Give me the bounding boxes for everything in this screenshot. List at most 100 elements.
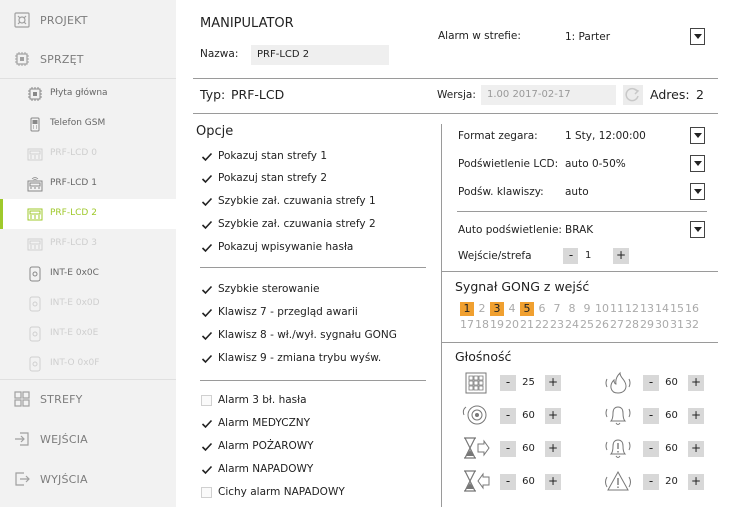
sidebar-item-int-e-0d[interactable]: INT-E 0x0D xyxy=(0,289,176,319)
backlight-keys-value[interactable]: auto xyxy=(565,186,589,198)
gong-input-25[interactable]: 25 xyxy=(580,318,594,332)
checkbox[interactable] xyxy=(201,330,213,342)
checkbox[interactable] xyxy=(201,353,213,365)
volume-minus-button[interactable]: - xyxy=(500,441,516,457)
checkbox[interactable] xyxy=(201,242,213,254)
checkbox[interactable] xyxy=(201,487,212,498)
checkbox[interactable] xyxy=(201,418,213,430)
sidebar-item-prf-lcd-2[interactable]: PRF-LCD 2 xyxy=(0,199,176,229)
volume-minus-button[interactable]: - xyxy=(643,474,659,490)
gong-input-8[interactable]: 8 xyxy=(565,302,579,316)
gong-input-13[interactable]: 13 xyxy=(640,302,654,316)
input-zone-plus-button[interactable]: + xyxy=(613,248,629,264)
alarm-zone-value[interactable]: 1: Parter xyxy=(565,31,610,43)
gong-input-15[interactable]: 15 xyxy=(670,302,684,316)
checkbox[interactable] xyxy=(201,307,213,319)
gong-input-29[interactable]: 29 xyxy=(640,318,654,332)
gong-input-20[interactable]: 20 xyxy=(505,318,519,332)
sidebar-item-wejscia[interactable]: WEJŚCIA xyxy=(0,419,176,459)
input-zone-value[interactable]: 1 xyxy=(578,248,603,264)
sidebar-item-mainboard[interactable]: Płyta główna xyxy=(0,79,176,109)
gong-input-11[interactable]: 11 xyxy=(610,302,624,316)
gong-input-3[interactable]: 3 xyxy=(490,302,504,316)
sidebar-item-strefy[interactable]: STREFY xyxy=(0,379,176,419)
volume-minus-button[interactable]: - xyxy=(500,375,516,391)
volume-value[interactable]: 60 xyxy=(516,441,541,457)
volume-plus-button[interactable]: + xyxy=(545,474,561,490)
volume-plus-button[interactable]: + xyxy=(545,408,561,424)
sidebar-item-wyjscia[interactable]: WYJŚCIA xyxy=(0,459,176,499)
gong-input-6[interactable]: 6 xyxy=(535,302,549,316)
checkbox[interactable] xyxy=(201,395,212,406)
checkbox[interactable] xyxy=(201,464,213,476)
gong-input-19[interactable]: 19 xyxy=(490,318,504,332)
gong-input-18[interactable]: 18 xyxy=(475,318,489,332)
name-input[interactable]: PRF-LCD 2 xyxy=(251,45,389,65)
alarm-zone-dropdown[interactable] xyxy=(690,28,705,45)
checkbox[interactable] xyxy=(201,196,213,208)
volume-value[interactable]: 60 xyxy=(659,408,684,424)
gong-input-22[interactable]: 22 xyxy=(535,318,549,332)
backlight-keys-dropdown[interactable] xyxy=(690,183,705,200)
volume-minus-button[interactable]: - xyxy=(500,474,516,490)
sidebar-item-int-e-0e[interactable]: INT-E 0x0E xyxy=(0,319,176,349)
volume-minus-button[interactable]: - xyxy=(643,441,659,457)
gong-input-28[interactable]: 28 xyxy=(625,318,639,332)
volume-plus-button[interactable]: + xyxy=(545,441,561,457)
clock-format-value[interactable]: 1 Sty, 12:00:00 xyxy=(565,130,646,142)
sidebar-item-prf-lcd-3[interactable]: PRF-LCD 3 xyxy=(0,229,176,259)
checkbox[interactable] xyxy=(201,173,213,185)
gong-input-17[interactable]: 17 xyxy=(460,318,474,332)
volume-minus-button[interactable]: - xyxy=(643,375,659,391)
gong-input-12[interactable]: 12 xyxy=(625,302,639,316)
clock-format-dropdown[interactable] xyxy=(690,127,705,144)
gong-input-10[interactable]: 10 xyxy=(595,302,609,316)
gong-input-31[interactable]: 31 xyxy=(670,318,684,332)
auto-backlight-value[interactable]: BRAK xyxy=(565,224,593,236)
checkbox[interactable] xyxy=(201,151,213,163)
volume-plus-button[interactable]: + xyxy=(545,375,561,391)
sidebar-item-gsm[interactable]: Telefon GSM xyxy=(0,109,176,139)
backlight-lcd-value[interactable]: auto 0-50% xyxy=(565,158,626,170)
volume-plus-button[interactable]: + xyxy=(688,408,704,424)
sidebar-item-projekt[interactable]: PROJEKT xyxy=(0,0,176,40)
input-zone-minus-button[interactable]: - xyxy=(563,248,579,264)
checkbox[interactable] xyxy=(201,441,213,453)
backlight-lcd-dropdown[interactable] xyxy=(690,155,705,172)
volume-minus-button[interactable]: - xyxy=(643,408,659,424)
gong-input-23[interactable]: 23 xyxy=(550,318,564,332)
sidebar-item-prf-lcd-0[interactable]: PRF-LCD 0 xyxy=(0,139,176,169)
gong-input-2[interactable]: 2 xyxy=(475,302,489,316)
sidebar-item-prf-lcd-1[interactable]: PRF-LCD 1 xyxy=(0,169,176,199)
gong-input-32[interactable]: 32 xyxy=(685,318,699,332)
sidebar-item-sprzet[interactable]: SPRZĘT xyxy=(0,39,176,79)
gong-input-30[interactable]: 30 xyxy=(655,318,669,332)
gong-input-9[interactable]: 9 xyxy=(580,302,594,316)
volume-value[interactable]: 60 xyxy=(659,441,684,457)
sidebar-item-int-o-0f[interactable]: INT-O 0x0F xyxy=(0,349,176,379)
gong-input-4[interactable]: 4 xyxy=(505,302,519,316)
gong-input-26[interactable]: 26 xyxy=(595,318,609,332)
gong-input-1[interactable]: 1 xyxy=(460,302,474,316)
volume-value[interactable]: 20 xyxy=(659,474,684,490)
volume-minus-button[interactable]: - xyxy=(500,408,516,424)
volume-plus-button[interactable]: + xyxy=(688,375,704,391)
gong-input-16[interactable]: 16 xyxy=(685,302,699,316)
volume-value[interactable]: 25 xyxy=(516,375,541,391)
volume-value[interactable]: 60 xyxy=(659,375,684,391)
volume-plus-button[interactable]: + xyxy=(688,441,704,457)
volume-plus-button[interactable]: + xyxy=(688,474,704,490)
gong-input-5[interactable]: 5 xyxy=(520,302,534,316)
volume-value[interactable]: 60 xyxy=(516,408,541,424)
gong-input-14[interactable]: 14 xyxy=(655,302,669,316)
refresh-icon[interactable] xyxy=(623,85,643,105)
gong-input-24[interactable]: 24 xyxy=(565,318,579,332)
checkbox[interactable] xyxy=(201,219,213,231)
gong-input-21[interactable]: 21 xyxy=(520,318,534,332)
volume-value[interactable]: 60 xyxy=(516,474,541,490)
auto-backlight-dropdown[interactable] xyxy=(690,221,705,238)
gong-input-7[interactable]: 7 xyxy=(550,302,564,316)
checkbox[interactable] xyxy=(201,284,213,296)
gong-input-27[interactable]: 27 xyxy=(610,318,624,332)
sidebar-item-int-e-0c[interactable]: INT-E 0x0C xyxy=(0,259,176,289)
